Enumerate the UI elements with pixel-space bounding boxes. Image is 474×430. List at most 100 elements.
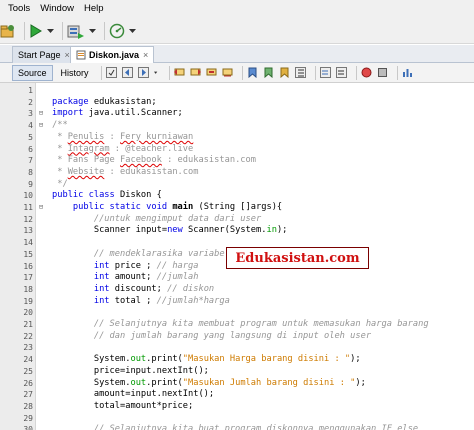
line-number: 30 [23,425,33,430]
find-next-icon[interactable] [190,67,201,78]
open-project-icon[interactable] [0,21,16,41]
code-line[interactable]: 17 int amount; //jumlah [0,272,474,284]
line-number: 28 [23,401,33,411]
chevron-down-icon[interactable] [89,21,96,41]
back-icon[interactable] [121,67,133,78]
code-line[interactable]: 28 total=amount*price; [0,401,474,413]
code-line[interactable]: 18 int discount; // diskon [0,284,474,296]
code-line[interactable]: 29 [0,413,474,425]
code-line[interactable]: 5 * Penulis : Fery kurniawan [0,132,474,144]
tab-start-page[interactable]: Start Page × [12,46,76,63]
code-text: int total ; //jumlah*harga [93,295,230,306]
code-line[interactable]: 3 ⊟ import java.util.Scanner; [0,108,474,120]
editor-tabs: Start Page × Diskon.java × [0,45,474,63]
code-line[interactable]: 1 [0,85,474,97]
chevron-down-icon[interactable] [47,21,54,41]
code-line[interactable]: 22 // dan jumlah barang yang langsung di… [0,331,474,343]
next-bookmark-icon[interactable] [279,67,290,78]
code-text: amount=input.nextInt(); [52,389,215,400]
code-text: int discount; // diskon [93,283,215,294]
watermark-label: Edukasistan.com [226,247,369,269]
code-text: int price ; // harga [93,260,199,271]
line-number: 24 [23,355,33,365]
fold-toggle-icon[interactable]: ⊟ [36,202,46,214]
close-icon[interactable]: × [65,50,70,60]
line-number: 15 [23,249,33,259]
editor-toolbar: Source History [0,63,474,83]
previous-bookmark-icon[interactable] [263,67,274,78]
comment-icon[interactable] [319,67,331,78]
tab-diskon-java[interactable]: Diskon.java × [70,46,155,63]
line-number: 5 [28,132,33,142]
code-line[interactable]: 24 System.out.print("Masukan Harga baran… [0,354,474,366]
chart-icon[interactable] [402,67,413,78]
history-button[interactable]: History [55,65,95,81]
code-text: total=amount*price; [52,400,194,411]
chevron-down-icon[interactable] [153,67,160,78]
stop-macro-recording-icon[interactable] [377,67,388,78]
line-number: 1 [28,86,33,95]
close-icon[interactable]: × [143,50,148,60]
menu-bar: Tools Window Help [0,0,474,18]
toolbar-separator [104,21,105,40]
line-number: 26 [23,378,33,388]
code-line[interactable]: 13 Scanner input=new Scanner(System.in); [0,225,474,237]
code-line[interactable]: 11 ⊟ public static void main (String []ar… [0,202,474,214]
line-number: 18 [23,284,33,294]
code-text: Scanner input=new Scanner(System.in); [52,225,288,236]
toolbar-separator [396,65,398,80]
code-text: price=input.nextInt(); [52,365,209,376]
run-icon[interactable] [29,21,43,41]
line-number: 2 [28,97,33,107]
line-number: 7 [28,156,33,166]
last-edit-icon[interactable] [105,67,117,78]
code-line[interactable]: 27 amount=input.nextInt(); [0,389,474,401]
code-editor[interactable]: 1 2 package edukasistan; 3 ⊟ import java.util… [0,83,474,430]
line-number: 23 [23,343,33,353]
code-text: */ [52,178,68,189]
code-line[interactable]: 20 [0,307,474,319]
find-selection-icon[interactable] [206,67,217,78]
code-line[interactable]: 10 public class Diskon { [0,190,474,202]
code-line[interactable]: 26 System.out.print("Masukan Jumlah bara… [0,378,474,390]
code-line[interactable]: 2 package edukasistan; [0,97,474,109]
code-line[interactable]: 9 */ [0,179,474,191]
code-line[interactable]: 23 [0,342,474,354]
code-text: package edukasistan; [52,96,157,107]
code-line[interactable]: 21 // Selanjutnya kita membuat program u… [0,319,474,331]
highlight-icon[interactable] [222,67,233,78]
code-line[interactable]: 19 int total ; //jumlah*harga [0,296,474,308]
code-text: * Penulis : Fery kurniawan [52,131,194,142]
code-text: // mendeklarasika variabel [93,248,230,259]
start-macro-recording-icon[interactable] [361,67,372,78]
code-line[interactable]: 30 // Selanjutnya kita buat program disk… [0,424,474,430]
line-number: 9 [28,179,33,189]
code-line[interactable]: 8 * Website : edukasistan.com [0,167,474,179]
shift-left-icon[interactable] [294,67,306,78]
toggle-bookmark-icon[interactable] [247,67,258,78]
code-line[interactable]: 25 price=input.nextInt(); [0,366,474,378]
fold-toggle-icon[interactable]: ⊟ [36,120,46,132]
line-number: 10 [23,191,33,201]
toolbar-separator [241,65,243,80]
toolbar-separator [314,65,316,80]
source-button[interactable]: Source [12,64,53,81]
menu-window[interactable]: Window [35,0,79,18]
line-number: 29 [23,413,33,423]
uncomment-icon[interactable] [335,67,347,78]
build-icon[interactable] [67,21,85,41]
fold-toggle-icon[interactable]: ⊟ [36,108,46,120]
line-number: 25 [23,366,33,376]
menu-tools[interactable]: Tools [3,0,35,18]
code-text: // Selanjutnya kita buat program diskonn… [93,424,419,430]
menu-help[interactable]: Help [79,0,109,18]
find-previous-icon[interactable] [173,67,185,78]
forward-icon[interactable] [137,67,149,78]
code-line[interactable]: 12 //untuk mengimput data dari user [0,214,474,226]
toolbar-separator [100,65,102,80]
profile-icon[interactable] [109,21,125,41]
code-line[interactable]: 6 * Intagram : @teacher.live [0,144,474,156]
code-line[interactable]: 7 * Fans Page Facebook : edukasistan.com [0,155,474,167]
chevron-down-icon[interactable] [129,21,136,41]
code-line[interactable]: 4 ⊟ /** [0,120,474,132]
